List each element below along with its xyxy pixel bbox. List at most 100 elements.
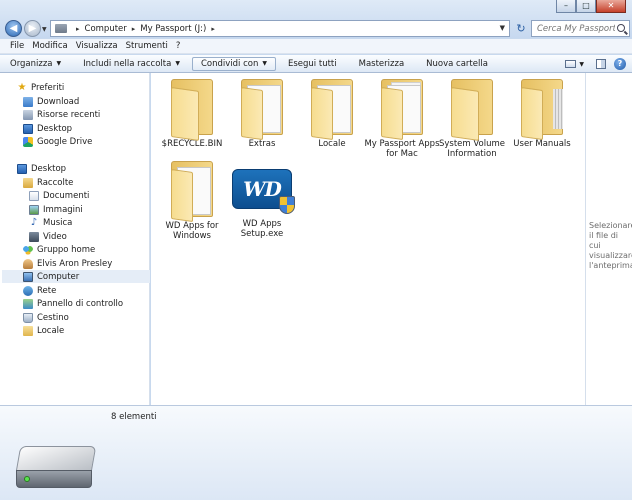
burn-button[interactable]: Masterizza xyxy=(359,59,405,69)
recycle-bin-icon xyxy=(23,312,33,323)
close-button[interactable]: ✕ xyxy=(596,0,626,13)
menu-bar: File Modifica Visualizza Strumenti ? xyxy=(0,39,632,54)
nav-computer[interactable]: Computer xyxy=(2,270,150,283)
computer-icon xyxy=(23,271,33,282)
chevron-down-icon: ▼ xyxy=(262,60,267,67)
file-item[interactable]: WD WD Apps Setup.exe xyxy=(222,161,302,239)
video-icon xyxy=(29,231,39,242)
desktop-icon xyxy=(23,123,33,134)
nav-network[interactable]: Rete xyxy=(23,284,56,297)
menu-tools[interactable]: Strumenti xyxy=(126,41,168,51)
title-bar: – □ ✕ ◀ ▶ ▼ ▸ Computer ▸ My Passport (J:… xyxy=(0,0,632,38)
forward-button[interactable]: ▶ xyxy=(24,20,41,37)
nav-libraries[interactable]: Raccolte xyxy=(23,176,73,189)
address-dropdown-icon[interactable]: ▼ xyxy=(500,24,505,32)
recent-pages-dropdown-icon[interactable]: ▼ xyxy=(42,26,47,33)
desktop-icon xyxy=(17,163,27,174)
search-box[interactable] xyxy=(531,20,630,37)
folder-icon xyxy=(447,79,497,141)
folder-icon xyxy=(23,325,33,336)
file-item[interactable]: $RECYCLE.BIN xyxy=(152,79,232,149)
external-drive-icon xyxy=(15,446,97,496)
nav-documents[interactable]: Documenti xyxy=(29,189,89,202)
network-icon xyxy=(23,285,33,296)
menu-help[interactable]: ? xyxy=(176,41,181,51)
nav-pictures[interactable]: Immagini xyxy=(29,203,83,216)
menu-view[interactable]: Visualizza xyxy=(76,41,118,51)
file-item[interactable]: Extras xyxy=(222,79,302,149)
file-item[interactable]: System Volume Information xyxy=(432,79,512,159)
folder-icon xyxy=(167,161,217,223)
file-name: User Manuals xyxy=(513,139,571,149)
wd-logo-text: WD xyxy=(243,177,282,201)
navigation-pane: ★ Preferiti Download Risorse recenti Desk… xyxy=(0,73,150,405)
file-item[interactable]: My Passport Apps for Mac xyxy=(362,79,442,159)
chevron-down-icon: ▼ xyxy=(175,60,180,67)
include-library-button[interactable]: Includi nella raccolta ▼ xyxy=(83,59,180,69)
nav-local[interactable]: Locale xyxy=(23,324,64,337)
nav-recent[interactable]: Risorse recenti xyxy=(23,108,100,121)
view-controls: ▼ ? xyxy=(565,55,632,73)
nav-video[interactable]: Video xyxy=(29,230,67,243)
nav-music[interactable]: ♪ Musica xyxy=(29,216,73,229)
new-folder-button[interactable]: Nuova cartella xyxy=(426,59,488,69)
address-bar[interactable]: ▸ Computer ▸ My Passport (J:) ▸ ▼ xyxy=(50,20,510,37)
run-all-button[interactable]: Esegui tutti xyxy=(288,59,337,69)
folder-icon xyxy=(517,79,567,141)
file-item[interactable]: Locale xyxy=(292,79,372,149)
refresh-icon[interactable]: ↻ xyxy=(513,20,529,37)
nav-favorites[interactable]: ★ Preferiti xyxy=(17,81,65,94)
file-name: Extras xyxy=(248,139,276,149)
file-name: Locale xyxy=(318,139,346,149)
nav-control-panel[interactable]: Pannello di controllo xyxy=(23,297,123,310)
nav-recycle-bin[interactable]: Cestino xyxy=(23,311,69,324)
breadcrumb-chevron-icon[interactable]: ▸ xyxy=(132,25,136,33)
item-count: 8 elementi xyxy=(111,412,157,422)
view-options-dropdown-icon[interactable]: ▼ xyxy=(579,61,584,68)
help-icon[interactable]: ? xyxy=(614,58,626,70)
folder-icon xyxy=(307,79,357,141)
search-icon[interactable] xyxy=(617,24,625,32)
search-input[interactable] xyxy=(537,23,615,34)
details-pane: 8 elementi xyxy=(0,405,632,500)
file-name: System Volume Information xyxy=(438,139,505,159)
breadcrumb-chevron-icon[interactable]: ▸ xyxy=(76,25,80,33)
homegroup-icon xyxy=(23,244,33,255)
breadcrumb-drive[interactable]: My Passport (J:) xyxy=(140,24,206,34)
file-name: WD Apps for Windows xyxy=(165,221,219,241)
window-controls: – □ ✕ xyxy=(556,0,626,13)
nav-desktop[interactable]: Desktop xyxy=(17,162,66,175)
uac-shield-icon xyxy=(279,196,295,214)
nav-desktop-favorite[interactable]: Desktop xyxy=(23,122,72,135)
user-folder-icon xyxy=(23,258,33,269)
folder-icon xyxy=(167,79,217,141)
maximize-button[interactable]: □ xyxy=(576,0,596,13)
nav-homegroup[interactable]: Gruppo home xyxy=(23,243,95,256)
google-drive-icon xyxy=(23,136,33,147)
documents-icon xyxy=(29,190,39,201)
nav-download[interactable]: Download xyxy=(23,95,79,108)
minimize-button[interactable]: – xyxy=(556,0,576,13)
music-note-icon: ♪ xyxy=(30,216,38,228)
menu-file[interactable]: File xyxy=(10,41,24,51)
organize-button[interactable]: Organizza ▼ xyxy=(10,59,61,69)
preview-placeholder-text: Selezionare il file di cui visualizzare … xyxy=(589,221,632,270)
back-button[interactable]: ◀ xyxy=(5,20,22,37)
menu-edit[interactable]: Modifica xyxy=(32,41,68,51)
computer-address-icon xyxy=(55,24,67,33)
breadcrumb-computer[interactable]: Computer xyxy=(85,24,127,34)
preview-pane-icon[interactable] xyxy=(596,59,606,69)
star-icon: ★ xyxy=(17,81,27,93)
file-item[interactable]: WD Apps for Windows xyxy=(152,161,232,241)
file-name: My Passport Apps for Mac xyxy=(364,139,440,159)
breadcrumb-chevron-icon[interactable]: ▸ xyxy=(211,25,215,33)
libraries-icon xyxy=(23,177,33,188)
change-view-icon[interactable] xyxy=(565,60,577,68)
nav-google-drive[interactable]: Google Drive xyxy=(23,135,92,148)
nav-user[interactable]: Elvis Aron Presley xyxy=(23,257,112,270)
recent-places-icon xyxy=(23,109,33,120)
pictures-icon xyxy=(29,204,39,215)
share-with-button[interactable]: Condividi con ▼ xyxy=(191,56,276,71)
preview-pane: Selezionare il file di cui visualizzare … xyxy=(585,73,632,405)
file-item[interactable]: User Manuals xyxy=(502,79,582,149)
